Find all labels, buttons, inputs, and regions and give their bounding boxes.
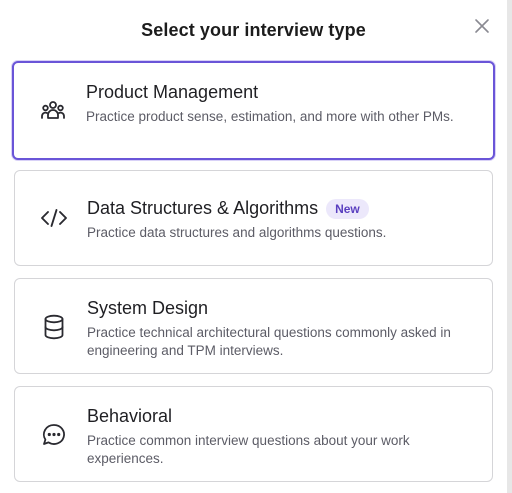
modal-title: Select your interview type	[141, 20, 366, 40]
option-behavioral[interactable]: Behavioral Practice common interview que…	[14, 386, 493, 482]
people-group-icon	[39, 97, 67, 125]
code-brackets-icon	[40, 204, 68, 232]
option-system-design[interactable]: System Design Practice technical archite…	[14, 278, 493, 374]
option-description: Practice product sense, estimation, and …	[86, 109, 454, 124]
option-heading: System Design	[87, 298, 209, 318]
new-badge: New	[326, 198, 369, 219]
option-heading: Behavioral	[87, 406, 173, 426]
close-icon	[475, 19, 489, 33]
backdrop-edge	[507, 0, 512, 493]
option-data-structures-algorithms[interactable]: Data Structures & Algorithms New Practic…	[14, 170, 493, 266]
option-description: Practice data structures and algorithms …	[87, 225, 387, 240]
close-button[interactable]	[470, 14, 494, 38]
option-heading: Product Management	[86, 82, 259, 102]
database-icon	[40, 313, 68, 341]
option-description: Practice technical architectural questio…	[87, 325, 451, 358]
interview-type-modal: Select your interview type Product Manag…	[0, 0, 507, 493]
chat-bubble-icon	[40, 421, 68, 449]
option-description: Practice common interview questions abou…	[87, 433, 410, 466]
option-product-management[interactable]: Product Management Practice product sens…	[12, 61, 495, 160]
option-heading: Data Structures & Algorithms	[87, 198, 319, 218]
